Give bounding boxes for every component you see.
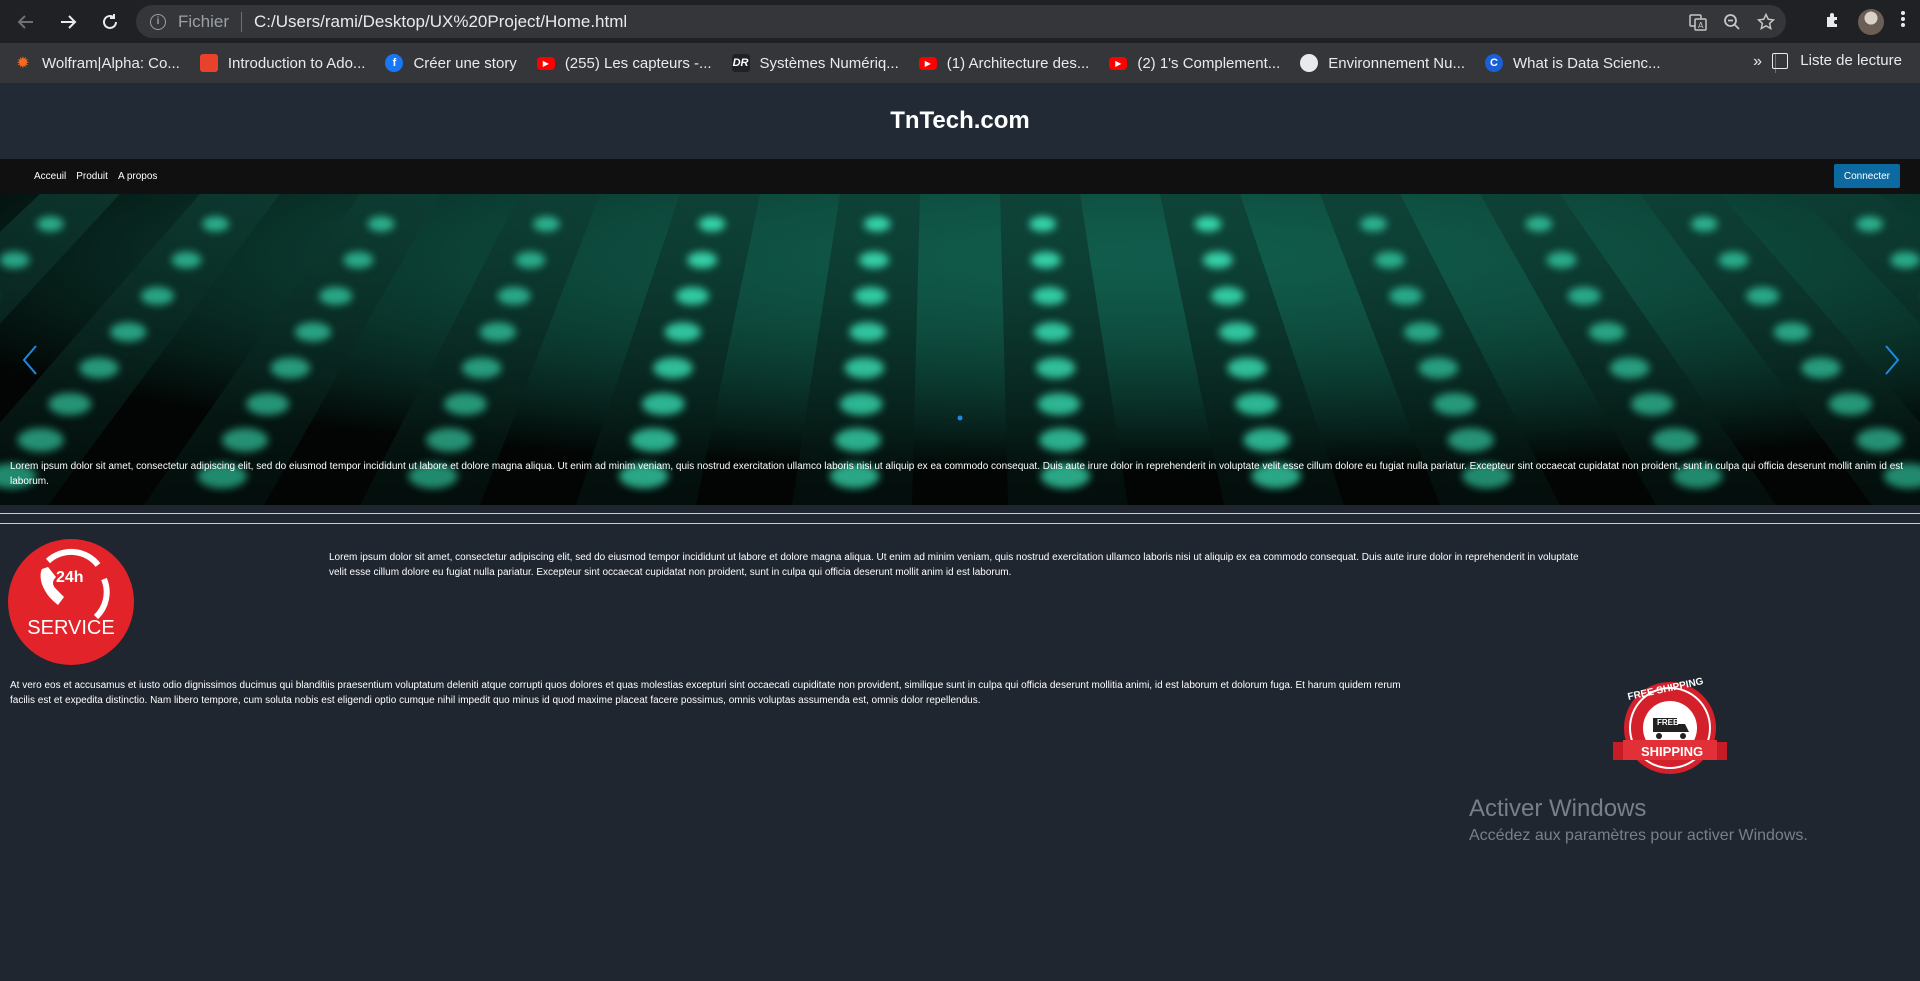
wolfram-icon: ✹ (16, 55, 30, 72)
nav-link-produit[interactable]: Produit (76, 171, 108, 182)
bookmark-item[interactable]: ✹ Wolfram|Alpha: Co... (14, 54, 180, 73)
youtube-icon: ▶ (918, 56, 937, 70)
bookmark-label: (2) 1's Complement... (1137, 54, 1281, 72)
bookmark-item[interactable]: DR Systèmes Numériq... (731, 54, 899, 72)
forward-arrow-icon[interactable] (52, 6, 84, 38)
carousel-next-icon[interactable] (1884, 344, 1900, 376)
address-bar[interactable]: i Fichier C:/Users/rami/Desktop/UX%20Pro… (136, 5, 1786, 38)
phone-clock-icon (40, 548, 110, 620)
c-icon: C (1485, 54, 1503, 72)
bookmarks-overflow-button[interactable]: » (1753, 53, 1762, 71)
bookmark-label: (255) Les capteurs -... (564, 54, 712, 72)
carousel-indicator[interactable] (957, 408, 963, 426)
shipping-badge-truck-text: FREE (1657, 718, 1679, 727)
bookmarks-bar: ✹ Wolfram|Alpha: Co... Introduction to Ado… (0, 43, 1920, 83)
bookmark-label: Créer une story (413, 54, 517, 72)
youtube-icon: ▶ (1109, 56, 1128, 70)
reading-list-label: Liste de lecture (1800, 52, 1902, 69)
service-24h-badge: 24h SERVICE (8, 539, 134, 665)
bookmark-item[interactable]: ▶ (255) Les capteurs -... (536, 54, 712, 72)
bookmark-item[interactable]: f Créer une story (385, 54, 517, 72)
nav-link-acceuil[interactable]: Acceuil (34, 171, 66, 182)
carousel-bottom-divider (0, 513, 1920, 514)
nav-link-a-propos[interactable]: A propos (118, 171, 157, 182)
carousel-prev-icon[interactable] (22, 344, 38, 376)
bookmark-item[interactable]: Introduction to Ado... (199, 54, 366, 72)
reading-list-button[interactable]: Liste de lecture (1772, 52, 1902, 69)
free-shipping-badge: FREE SHIPPING FREE SHIPPING (1613, 676, 1727, 780)
service-paragraph: Lorem ipsum dolor sit amet, consectetur … (329, 552, 1579, 578)
intro-paragraph: Lorem ipsum dolor sit amet, consectetur … (10, 461, 1904, 487)
profile-avatar[interactable] (1858, 9, 1884, 35)
browser-toolbar: i Fichier C:/Users/rami/Desktop/UX%20Pro… (0, 0, 1920, 43)
watermark-subtitle: Accédez aux paramètres pour activer Wind… (1469, 827, 1808, 844)
youtube-icon: ▶ (536, 56, 555, 70)
site-header: TnTech.com (0, 83, 1920, 159)
svg-text:A: A (1698, 21, 1704, 30)
menu-kebab-icon[interactable] (1900, 10, 1906, 34)
connect-button[interactable]: Connecter (1833, 164, 1900, 188)
bookmark-item[interactable]: C What is Data Scienc... (1485, 54, 1661, 72)
service-badge-hours: 24h (56, 569, 84, 586)
url-text[interactable]: C:/Users/rami/Desktop/UX%20Project/Home.… (254, 12, 627, 32)
bookmark-item[interactable]: ▶ (1) Architecture des... (918, 54, 1090, 72)
reload-icon[interactable] (94, 6, 126, 38)
bookmark-label: Introduction to Ado... (227, 54, 366, 72)
bookmark-label: (1) Architecture des... (946, 54, 1090, 72)
bookmark-label: Wolfram|Alpha: Co... (42, 54, 180, 72)
section-divider (0, 523, 1920, 524)
shipping-badge-ribbon-text: SHIPPING (1641, 744, 1704, 759)
windows-activation-watermark: Activer Windows Accédez aux paramètres p… (1469, 795, 1808, 845)
bookmark-label: Environnement Nu... (1328, 54, 1465, 72)
dr-icon: DR (731, 54, 750, 72)
watermark-title: Activer Windows (1469, 795, 1647, 822)
translate-icon[interactable]: A (1688, 12, 1708, 32)
reading-list-icon (1772, 52, 1789, 69)
globe-icon (1300, 54, 1319, 72)
facebook-icon: f (385, 54, 404, 72)
url-scheme-label: Fichier (178, 11, 230, 31)
site-title: TnTech.com (890, 107, 1030, 134)
page-content: TnTech.com Acceuil Produit A propos Conn… (0, 83, 1920, 981)
site-navbar: Acceuil Produit A propos Connecter (0, 159, 1920, 194)
service-badge-label: SERVICE (27, 617, 115, 639)
info-icon[interactable]: i (150, 13, 166, 30)
adobe-icon (199, 54, 218, 72)
zoom-icon[interactable] (1722, 12, 1742, 32)
extensions-puzzle-icon[interactable] (1824, 11, 1842, 34)
back-arrow-icon[interactable] (10, 6, 42, 38)
bookmark-star-icon[interactable] (1756, 12, 1776, 32)
bookmark-item[interactable]: ▶ (2) 1's Complement... (1109, 55, 1280, 72)
bookmark-label: What is Data Scienc... (1513, 54, 1661, 72)
bookmark-label: Systèmes Numériq... (759, 54, 899, 72)
url-separator (241, 11, 243, 32)
bookmark-item[interactable]: Environnement Nu... (1300, 54, 1465, 72)
details-paragraph: At vero eos et accusamus et iusto odio d… (10, 680, 1401, 706)
